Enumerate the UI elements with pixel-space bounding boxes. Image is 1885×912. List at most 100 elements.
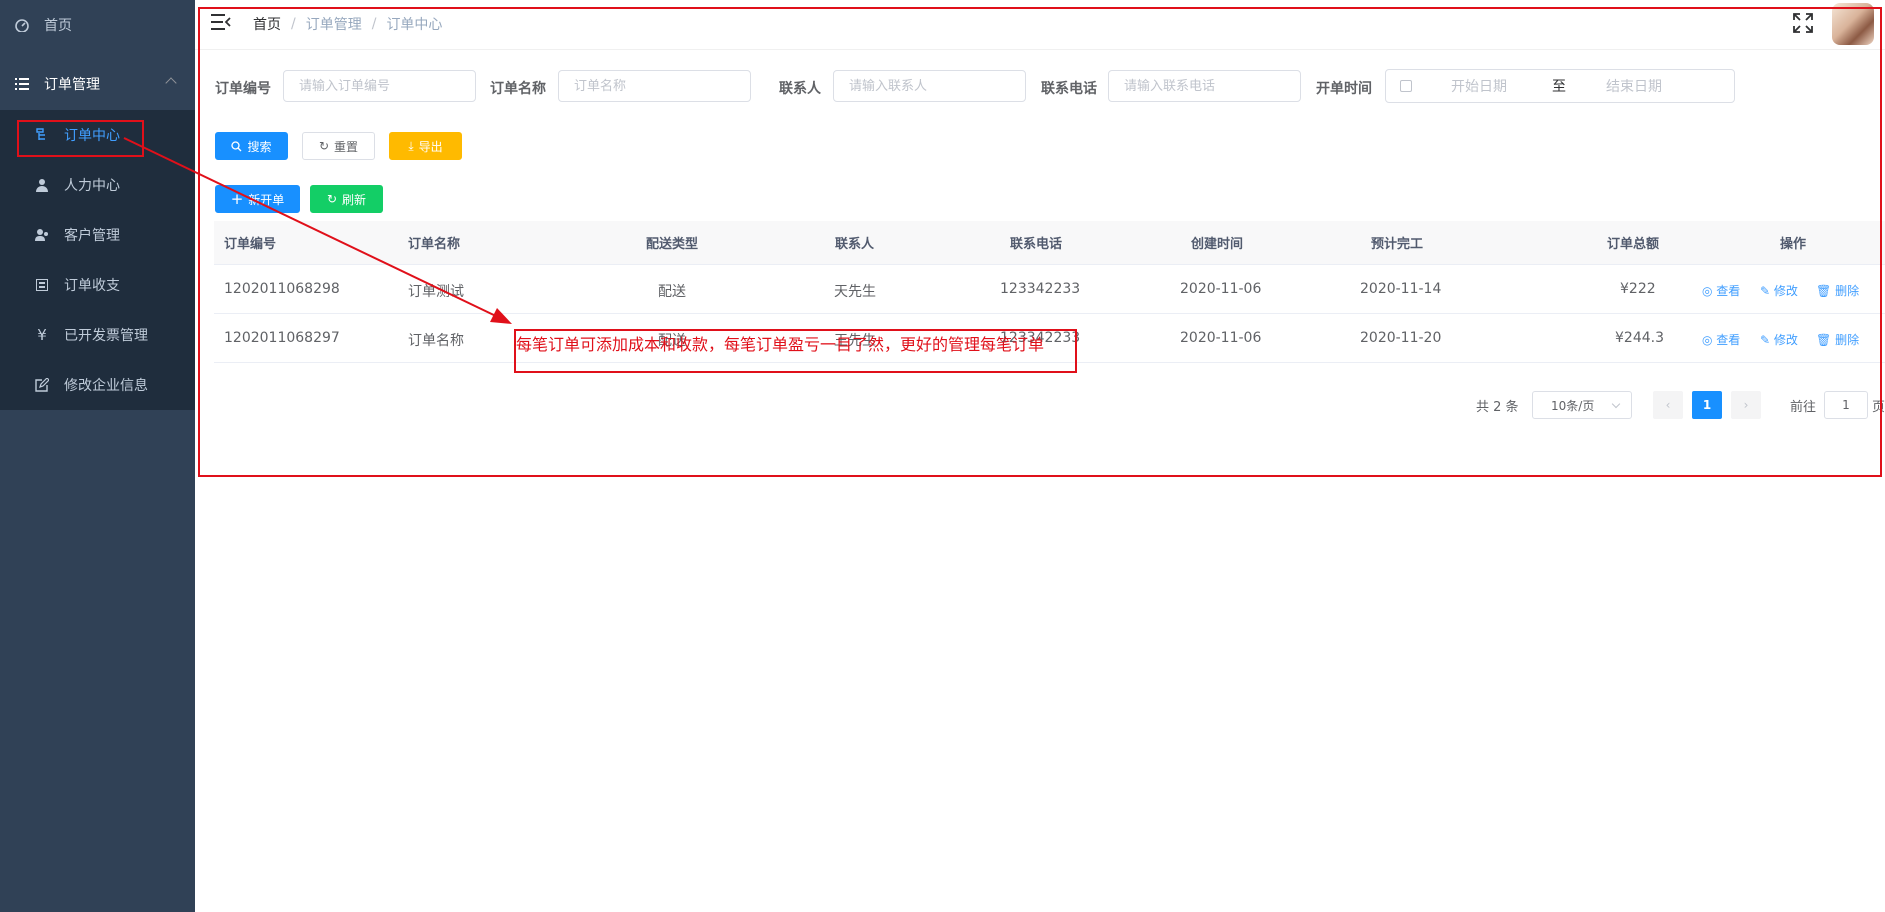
start-date-input[interactable]: 开始日期 bbox=[1451, 76, 1507, 96]
orders-table: 订单编号 订单名称 配送类型 联系人 联系电话 创建时间 预计完工 订单总额 操… bbox=[214, 221, 1885, 363]
cell-due: 2020-11-20 bbox=[1360, 330, 1442, 346]
col-delivery-type: 配送类型 bbox=[646, 237, 699, 252]
export-button[interactable]: ⤓ 导出 bbox=[389, 132, 462, 160]
phone-label: 联系电话 bbox=[1041, 81, 1097, 97]
reset-button[interactable]: ↻ 重置 bbox=[302, 132, 375, 160]
sidebar-item-hr-center[interactable]: 人力中心 bbox=[0, 160, 195, 210]
view-button[interactable]: ◎ 查看 bbox=[1702, 331, 1740, 348]
breadcrumb-order-center: 订单中心 bbox=[386, 17, 443, 33]
sidebar-item-order-center[interactable]: 订单中心 bbox=[0, 110, 195, 160]
customer-icon bbox=[34, 227, 50, 243]
col-order-no: 订单编号 bbox=[224, 237, 277, 252]
page-1-button[interactable]: 1 bbox=[1692, 391, 1722, 419]
top-navbar: 首页 / 订单管理 / 订单中心 bbox=[195, 0, 1885, 50]
phone-input[interactable] bbox=[1108, 70, 1301, 102]
chevron-down-icon bbox=[1611, 399, 1621, 409]
sidebar-item-invoices[interactable]: ¥ 已开发票管理 bbox=[0, 310, 195, 360]
order-center-icon bbox=[34, 127, 50, 143]
cell-created: 2020-11-06 bbox=[1180, 281, 1262, 297]
view-button[interactable]: ◎ 查看 bbox=[1702, 282, 1740, 299]
edit-icon bbox=[34, 377, 50, 393]
cell-due: 2020-11-14 bbox=[1360, 281, 1442, 297]
list-icon bbox=[14, 76, 30, 92]
sidebar-item-label: 订单中心 bbox=[64, 128, 120, 144]
search-icon bbox=[231, 140, 242, 151]
date-range-picker[interactable]: 开始日期 至 结束日期 bbox=[1385, 69, 1735, 103]
dashboard-icon bbox=[14, 17, 30, 33]
refresh-button[interactable]: ↻ 刷新 bbox=[310, 185, 383, 213]
cell-phone: 123342233 bbox=[1000, 281, 1081, 297]
edit-button[interactable]: ✎ 修改 bbox=[1760, 282, 1798, 299]
cell-delivery-type: 配送 bbox=[658, 284, 686, 300]
calendar-icon bbox=[1400, 80, 1412, 92]
contact-input[interactable] bbox=[833, 70, 1026, 102]
cell-contact: 天先生 bbox=[834, 284, 876, 300]
search-button[interactable]: 搜索 bbox=[215, 132, 288, 160]
user-icon bbox=[34, 177, 50, 193]
col-due: 预计完工 bbox=[1371, 237, 1424, 252]
finance-icon bbox=[34, 277, 50, 293]
delete-button[interactable]: 🗑 删除 bbox=[1816, 282, 1859, 299]
table-row: 1202011068297 订单名称 配送 王先生 123342233 2020… bbox=[214, 314, 1885, 363]
cell-total: ¥244.3 bbox=[1615, 330, 1664, 346]
cell-order-name: 订单名称 bbox=[408, 333, 464, 349]
refresh-icon: ↻ bbox=[326, 192, 338, 206]
cell-total: ¥222 bbox=[1620, 281, 1656, 297]
pagination-total: 共 2 条 bbox=[1476, 400, 1519, 415]
fullscreen-icon[interactable] bbox=[1792, 12, 1814, 34]
range-separator: 至 bbox=[1552, 79, 1566, 95]
edit-button[interactable]: ✎ 修改 bbox=[1760, 331, 1798, 348]
col-total: 订单总额 bbox=[1607, 237, 1660, 252]
next-page-button[interactable]: › bbox=[1731, 391, 1761, 419]
sidebar-item-customers[interactable]: 客户管理 bbox=[0, 210, 195, 260]
app-root: 首页 订单管理 订单中心 人力中心 客户管理 订单收支 ¥ 已开发票管理 修改企… bbox=[0, 0, 1885, 912]
table-header: 订单编号 订单名称 配送类型 联系人 联系电话 创建时间 预计完工 订单总额 操… bbox=[214, 221, 1885, 265]
sidebar-group-order-management[interactable]: 订单管理 bbox=[0, 59, 195, 109]
chevron-left-icon: ‹ bbox=[1665, 398, 1671, 412]
col-phone: 联系电话 bbox=[1010, 237, 1063, 252]
col-actions: 操作 bbox=[1780, 237, 1807, 252]
col-order-name: 订单名称 bbox=[408, 237, 461, 252]
chevron-up-icon bbox=[165, 77, 177, 89]
sidebar-item-label: 修改企业信息 bbox=[64, 378, 148, 394]
open-time-label: 开单时间 bbox=[1316, 81, 1372, 97]
yen-icon: ¥ bbox=[37, 326, 47, 344]
sidebar-item-home[interactable]: 首页 bbox=[0, 0, 195, 50]
sidebar-item-label: 人力中心 bbox=[64, 178, 120, 194]
sidebar-item-company-info[interactable]: 修改企业信息 bbox=[0, 360, 195, 410]
download-icon: ⤓ bbox=[408, 138, 414, 153]
order-no-input[interactable] bbox=[283, 70, 476, 102]
avatar[interactable] bbox=[1832, 3, 1874, 45]
cell-created: 2020-11-06 bbox=[1180, 330, 1262, 346]
cell-order-no: 1202011068297 bbox=[224, 330, 340, 346]
table-row: 1202011068298 订单测试 配送 天先生 123342233 2020… bbox=[214, 265, 1885, 314]
sidebar-group-label: 订单管理 bbox=[44, 77, 100, 93]
hamburger-icon[interactable] bbox=[211, 13, 231, 31]
order-name-label: 订单名称 bbox=[490, 81, 546, 97]
goto-suffix: 页 bbox=[1872, 400, 1885, 415]
new-order-button[interactable]: + 新开单 bbox=[215, 185, 300, 213]
sidebar-item-order-finance[interactable]: 订单收支 bbox=[0, 260, 195, 310]
order-no-label: 订单编号 bbox=[215, 81, 271, 97]
chevron-right-icon: › bbox=[1743, 398, 1749, 412]
order-name-input[interactable] bbox=[558, 70, 751, 102]
end-date-input[interactable]: 结束日期 bbox=[1606, 76, 1662, 96]
col-created: 创建时间 bbox=[1191, 237, 1244, 252]
sidebar-item-label: 客户管理 bbox=[64, 228, 120, 244]
sidebar-item-label: 订单收支 bbox=[64, 278, 120, 294]
prev-page-button[interactable]: ‹ bbox=[1653, 391, 1683, 419]
goto-page-input[interactable]: 1 bbox=[1824, 391, 1868, 419]
plus-icon: + bbox=[230, 190, 244, 208]
refresh-icon: ↻ bbox=[318, 139, 330, 153]
breadcrumb-home[interactable]: 首页 bbox=[253, 14, 281, 34]
contact-label: 联系人 bbox=[779, 81, 821, 97]
breadcrumb-order-management[interactable]: 订单管理 bbox=[306, 14, 362, 34]
col-contact: 联系人 bbox=[835, 237, 875, 252]
page-size-select[interactable]: 10条/页 bbox=[1532, 391, 1632, 419]
sidebar-item-label: 首页 bbox=[44, 18, 72, 34]
annotation-callout-text: 每笔订单可添加成本和收款，每笔订单盈亏一目了然，更好的管理每笔订单 bbox=[516, 335, 1045, 354]
cell-order-no: 1202011068298 bbox=[224, 281, 340, 297]
breadcrumb: 首页 / 订单管理 / 订单中心 bbox=[253, 14, 443, 34]
delete-button[interactable]: 🗑 删除 bbox=[1816, 331, 1859, 348]
sidebar: 首页 订单管理 订单中心 人力中心 客户管理 订单收支 ¥ 已开发票管理 修改企… bbox=[0, 0, 195, 912]
